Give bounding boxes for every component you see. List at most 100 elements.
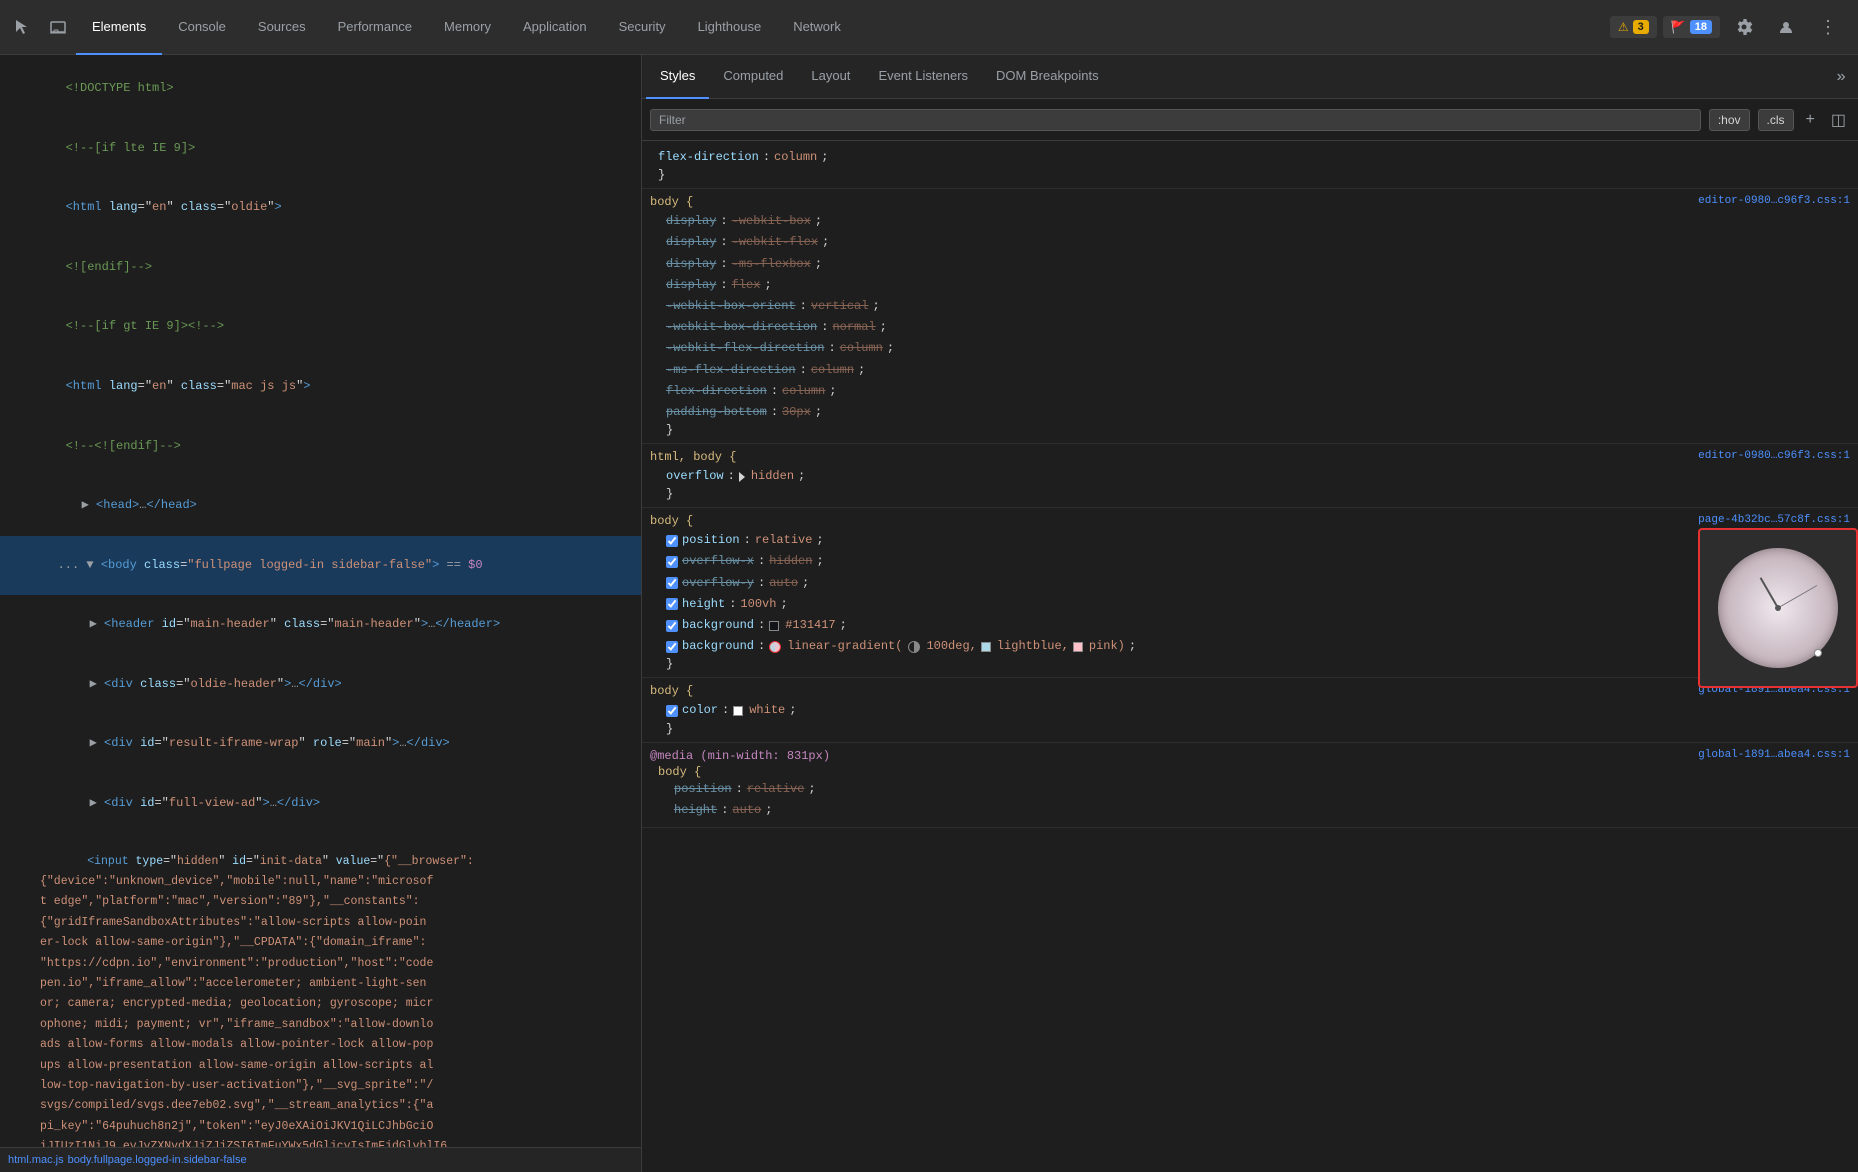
tab-lighthouse[interactable]: Lighthouse [682,0,778,55]
html-oldie-line: <html lang="en" class="oldie"> [0,178,641,238]
result-iframe-line[interactable]: ▶ <div id="result-iframe-wrap" role="mai… [0,714,641,774]
prop-position-checkbox[interactable] [666,535,678,547]
more-icon: ⋮ [1819,17,1837,38]
prop-webkit-box-direction: -webkit-box-direction: normal; [650,317,1850,338]
pink-swatch[interactable] [1073,642,1083,652]
input-value-5: "https://cdpn.io","environment":"product… [0,954,641,974]
breadcrumb-html[interactable]: html.mac.js [8,1154,64,1166]
input-value-10: ups allow-presentation allow-same-origin… [0,1056,641,1076]
prop-overflow-y-checkbox[interactable] [666,577,678,589]
settings-button[interactable] [1726,9,1762,45]
tab-performance[interactable]: Performance [322,0,428,55]
oldie-header-line[interactable]: ▶ <div class="oldie-header">…</div> [0,655,641,715]
prop-position-media: position: relative; [650,779,1850,800]
warning-count: 3 [1633,20,1649,34]
tab-computed[interactable]: Computed [709,55,797,99]
styles-panel: Styles Computed Layout Event Listeners D… [642,55,1858,1172]
gradient-swatch[interactable] [769,641,781,653]
full-view-ad-line[interactable]: ▶ <div id="full-view-ad">…</div> [0,774,641,834]
comment-gt-ie9-line: <!--[if gt IE 9]><!--> [0,297,641,357]
cls-button[interactable]: .cls [1758,109,1794,131]
tab-event-listeners[interactable]: Event Listeners [864,55,982,99]
css-source-media[interactable]: global-1891…abea4.css:1 [1698,749,1850,761]
endif-line2: <!--<![endif]--> [0,416,641,476]
prop-background-color: background: #131417; [650,615,1850,636]
more-options-button[interactable]: ⋮ [1810,9,1846,45]
color-picker-overlay[interactable] [1698,528,1858,688]
warning-icon: ⚠ [1618,20,1629,34]
tab-styles[interactable]: Styles [646,55,709,99]
endif-line1: <![endif]--> [0,238,641,298]
styles-tabs-more-button[interactable]: » [1828,68,1854,86]
css-selector-body-global: body { [650,684,693,698]
prop-background-gradient-checkbox[interactable] [666,641,678,653]
hov-button[interactable]: :hov [1709,109,1750,131]
tab-network[interactable]: Network [777,0,857,55]
prop-overflow-x-checkbox[interactable] [666,556,678,568]
prop-background-gradient: background: linear-gradient( 100deg, lig… [650,636,1850,657]
elements-panel: <!DOCTYPE html> <!--[if lte IE 9]> <html… [0,55,642,1172]
background-color-swatch[interactable] [769,621,779,631]
tab-elements[interactable]: Elements [76,0,162,55]
color-picker-minute-hand [1778,585,1817,608]
header-line[interactable]: ▶ <header id="main-header" class="main-h… [0,595,641,655]
overflow-expand-icon[interactable] [739,472,745,482]
prop-display-webkit-flex: display: -webkit-flex; [650,232,1850,253]
prop-background-color-checkbox[interactable] [666,620,678,632]
color-picker-wheel[interactable] [1718,548,1838,668]
head-line[interactable]: ▶ <head>…</head> [0,476,641,536]
prop-ms-flex-direction: -ms-flex-direction: column; [650,360,1850,381]
body-selected-line[interactable]: ... ▼ <body class="fullpage logged-in si… [0,536,641,596]
prop-height-media: height: auto; [650,800,1850,821]
cursor-tool-button[interactable] [4,9,40,45]
toolbar-right-controls: ⚠ 3 🚩 18 ⋮ [1610,9,1854,45]
input-value-13: pi_key":"64puhuch8n2j","token":"eyJ0eXAi… [0,1117,641,1137]
prop-color-checkbox[interactable] [666,705,678,717]
tab-application[interactable]: Application [507,0,603,55]
html-mac-line[interactable]: <html lang="en" class="mac js js"> [0,357,641,417]
css-source-html-body[interactable]: editor-0980…c96f3.css:1 [1698,450,1850,462]
tab-console[interactable]: Console [162,0,242,55]
device-emulation-button[interactable] [40,9,76,45]
input-value-1: {"device":"unknown_device","mobile":null… [0,872,641,892]
styles-filter-input[interactable] [650,109,1701,131]
info-badge-button[interactable]: 🚩 18 [1663,16,1720,38]
breadcrumb-body[interactable]: body.fullpage.logged-in.sidebar-false [68,1154,247,1166]
prop-overflow-x: overflow-x: hidden; [650,551,1850,572]
input-hidden-line[interactable]: <input type="hidden" id="init-data" valu… [0,833,641,872]
user-feedback-button[interactable] [1768,9,1804,45]
toggle-sidebar-button[interactable]: ◫ [1827,108,1850,132]
css-source-body-page[interactable]: page-4b32bc…57c8f.css:1 [1698,514,1850,526]
tab-memory[interactable]: Memory [428,0,507,55]
gradient-angle-icon[interactable] [908,641,920,653]
breadcrumb-bar: html.mac.js body.fullpage.logged-in.side… [0,1147,641,1172]
input-value-9: ads allow-forms allow-modals allow-point… [0,1035,641,1055]
css-rule-html-body: html, body { editor-0980…c96f3.css:1 ove… [642,444,1858,508]
styles-tabs: Styles Computed Layout Event Listeners D… [642,55,1858,99]
prop-overflow: overflow: hidden; [650,466,1850,487]
warning-badge-button[interactable]: ⚠ 3 [1610,16,1657,38]
elements-content[interactable]: <!DOCTYPE html> <!--[if lte IE 9]> <html… [0,55,641,1147]
css-rule-body-1: body { editor-0980…c96f3.css:1 display: … [642,189,1858,444]
doctype-line: <!DOCTYPE html> [0,59,641,119]
color-picker-center-dot [1775,605,1781,611]
input-value-2: t edge","platform":"mac","version":"89"}… [0,892,641,912]
css-rule-body-global: body { global-1891…abea4.css:1 color: wh… [642,678,1858,742]
css-source-body1[interactable]: editor-0980…c96f3.css:1 [1698,195,1850,207]
prop-position: position: relative; [650,530,1850,551]
css-rule-media: @media (min-width: 831px) global-1891…ab… [642,743,1858,828]
main-area: <!DOCTYPE html> <!--[if lte IE 9]> <html… [0,55,1858,1172]
lightblue-swatch[interactable] [981,642,991,652]
tab-security[interactable]: Security [603,0,682,55]
tab-dom-breakpoints[interactable]: DOM Breakpoints [982,55,1113,99]
tab-sources[interactable]: Sources [242,0,322,55]
prop-height-checkbox[interactable] [666,598,678,610]
add-style-button[interactable]: + [1802,109,1819,131]
input-value-14: iJIUzI1NiJ9.eyJyZXNvdXJjZJjZSI6ImFuYWx5d… [0,1137,641,1147]
input-value-4: er-lock allow-same-origin"},"__CPDATA":{… [0,933,641,953]
white-color-swatch[interactable] [733,706,743,716]
styles-filter-bar: :hov .cls + ◫ [642,99,1858,141]
input-value-8: ophone; midi; payment; vr","iframe_sandb… [0,1015,641,1035]
tab-layout[interactable]: Layout [797,55,864,99]
info-icon: 🚩 [1671,20,1686,34]
